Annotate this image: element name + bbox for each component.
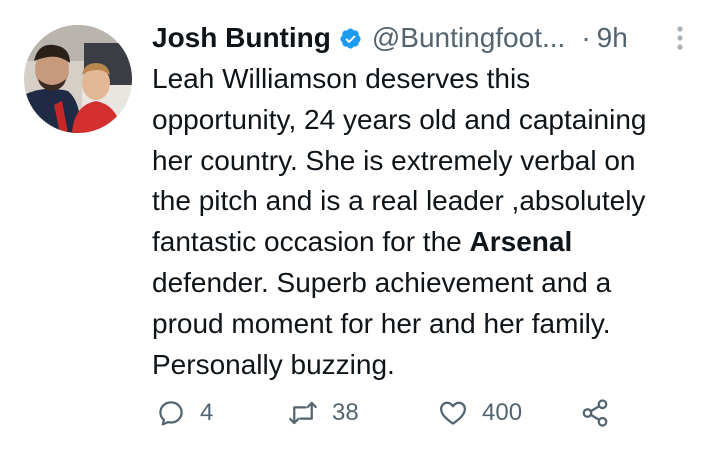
timestamp[interactable]: 9h <box>597 22 628 54</box>
verified-badge-icon <box>340 27 361 49</box>
avatar[interactable] <box>24 25 132 133</box>
share-button[interactable] <box>580 393 610 433</box>
reply-count: 4 <box>200 399 214 426</box>
author-name[interactable]: Josh Bunting <box>152 22 331 54</box>
author-handle[interactable]: @Buntingfoot... <box>372 22 565 54</box>
tweet-text-line: defender. Superb achievement and a <box>152 266 612 298</box>
reply-icon <box>159 401 183 426</box>
tweet-text-line: proud moment for her and her family. <box>152 307 611 339</box>
retweet-count: 38 <box>332 399 359 426</box>
tweet-header: Josh Bunting @Buntingfoot... · 9h <box>152 18 697 58</box>
tweet-text: Leah Williamson deserves this opportunit… <box>152 59 712 385</box>
more-vertical-icon[interactable] <box>675 24 685 52</box>
retweet-button[interactable]: 38 <box>288 393 359 433</box>
tweet-text-line: her country. She is extremely verbal on <box>152 144 636 176</box>
like-count: 400 <box>482 399 523 426</box>
heart-icon <box>440 401 466 425</box>
tweet-text-segment: fantastic occasion for the <box>152 226 470 258</box>
action-bar: 4 38 400 <box>152 393 622 433</box>
retweet-icon <box>289 401 317 425</box>
avatar-photo <box>24 25 132 133</box>
tweet[interactable]: Josh Bunting @Buntingfoot... · 9h Leah W… <box>0 0 720 449</box>
highlighted-keyword: Arsenal <box>469 226 573 258</box>
tweet-text-line: fantastic occasion for the Arsenal <box>152 222 712 263</box>
reply-button[interactable]: 4 <box>156 393 213 433</box>
tweet-text-line: Personally buzzing. <box>152 348 395 380</box>
tweet-text-line: the pitch and is a real leader ,absolute… <box>152 185 646 217</box>
tweet-text-line: Leah Williamson deserves this <box>152 63 531 94</box>
share-icon <box>582 399 608 427</box>
separator-dot: · <box>581 22 591 53</box>
like-button[interactable]: 400 <box>438 393 522 433</box>
tweet-text-line: opportunity, 24 years old and captaining <box>152 103 647 135</box>
